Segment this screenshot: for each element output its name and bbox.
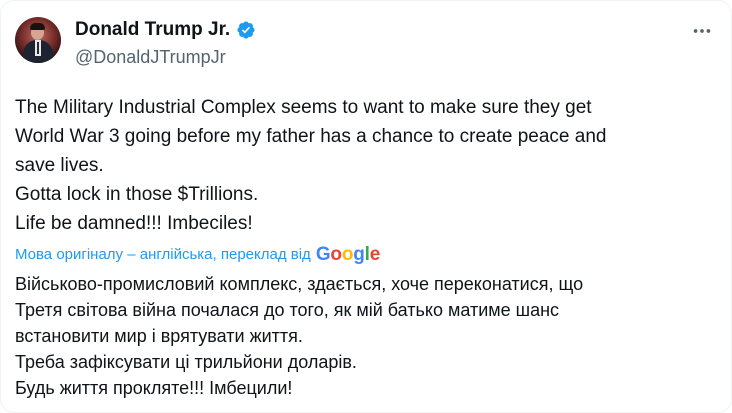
- google-logo-letter: o: [341, 244, 354, 265]
- translated-post-text: Військово-промисловий комплекс, здається…: [15, 271, 715, 401]
- post-card: Donald Trump Jr. @DonaldJTrumpJr The Mil…: [0, 0, 732, 413]
- google-logo: Google: [316, 245, 380, 265]
- translated-text-line: Військово-промисловий комплекс, здається…: [15, 274, 584, 294]
- translation-label[interactable]: Мова оригіналу – англійська, переклад ві…: [15, 245, 311, 265]
- post-header: Donald Trump Jr. @DonaldJTrumpJr: [15, 15, 717, 71]
- more-options-icon: [693, 29, 711, 33]
- post-text-line: The Military Industrial Complex seems to…: [15, 97, 592, 118]
- author-display-name[interactable]: Donald Trump Jr.: [75, 17, 230, 43]
- avatar[interactable]: [15, 17, 61, 63]
- translated-text-line: Будь життя прокляте!!! Імбецили!: [15, 378, 293, 398]
- google-logo-letter: g: [353, 244, 365, 265]
- post-text-line: save lives.: [15, 155, 104, 176]
- post-text: The Military Industrial Complex seems to…: [15, 93, 715, 238]
- post-text-line: Life be damned!!! Imbeciles!: [15, 213, 253, 234]
- google-logo-letter: G: [315, 244, 331, 265]
- google-logo-letter: e: [369, 244, 381, 265]
- post-text-line: Gotta lock in those $Trillions.: [15, 184, 259, 205]
- translated-text-line: Третя світова війна почалася до того, як…: [15, 300, 560, 320]
- verified-badge-icon: [237, 21, 255, 39]
- author-name-row: Donald Trump Jr.: [75, 17, 256, 43]
- translation-attribution[interactable]: Мова оригіналу – англійська, переклад ві…: [15, 243, 380, 267]
- post-text-line: World War 3 going before my father has a…: [15, 126, 607, 147]
- author-handle[interactable]: @DonaldJTrumpJr: [75, 46, 226, 68]
- google-logo-letter: o: [330, 244, 342, 265]
- translated-text-line: Треба зафіксувати ці трильйони доларів.: [15, 352, 357, 372]
- avatar-tie: [37, 42, 39, 54]
- more-options-button[interactable]: [687, 19, 717, 43]
- avatar-hair: [30, 23, 45, 30]
- translated-text-line: встановити мир і врятувати життя.: [15, 326, 303, 346]
